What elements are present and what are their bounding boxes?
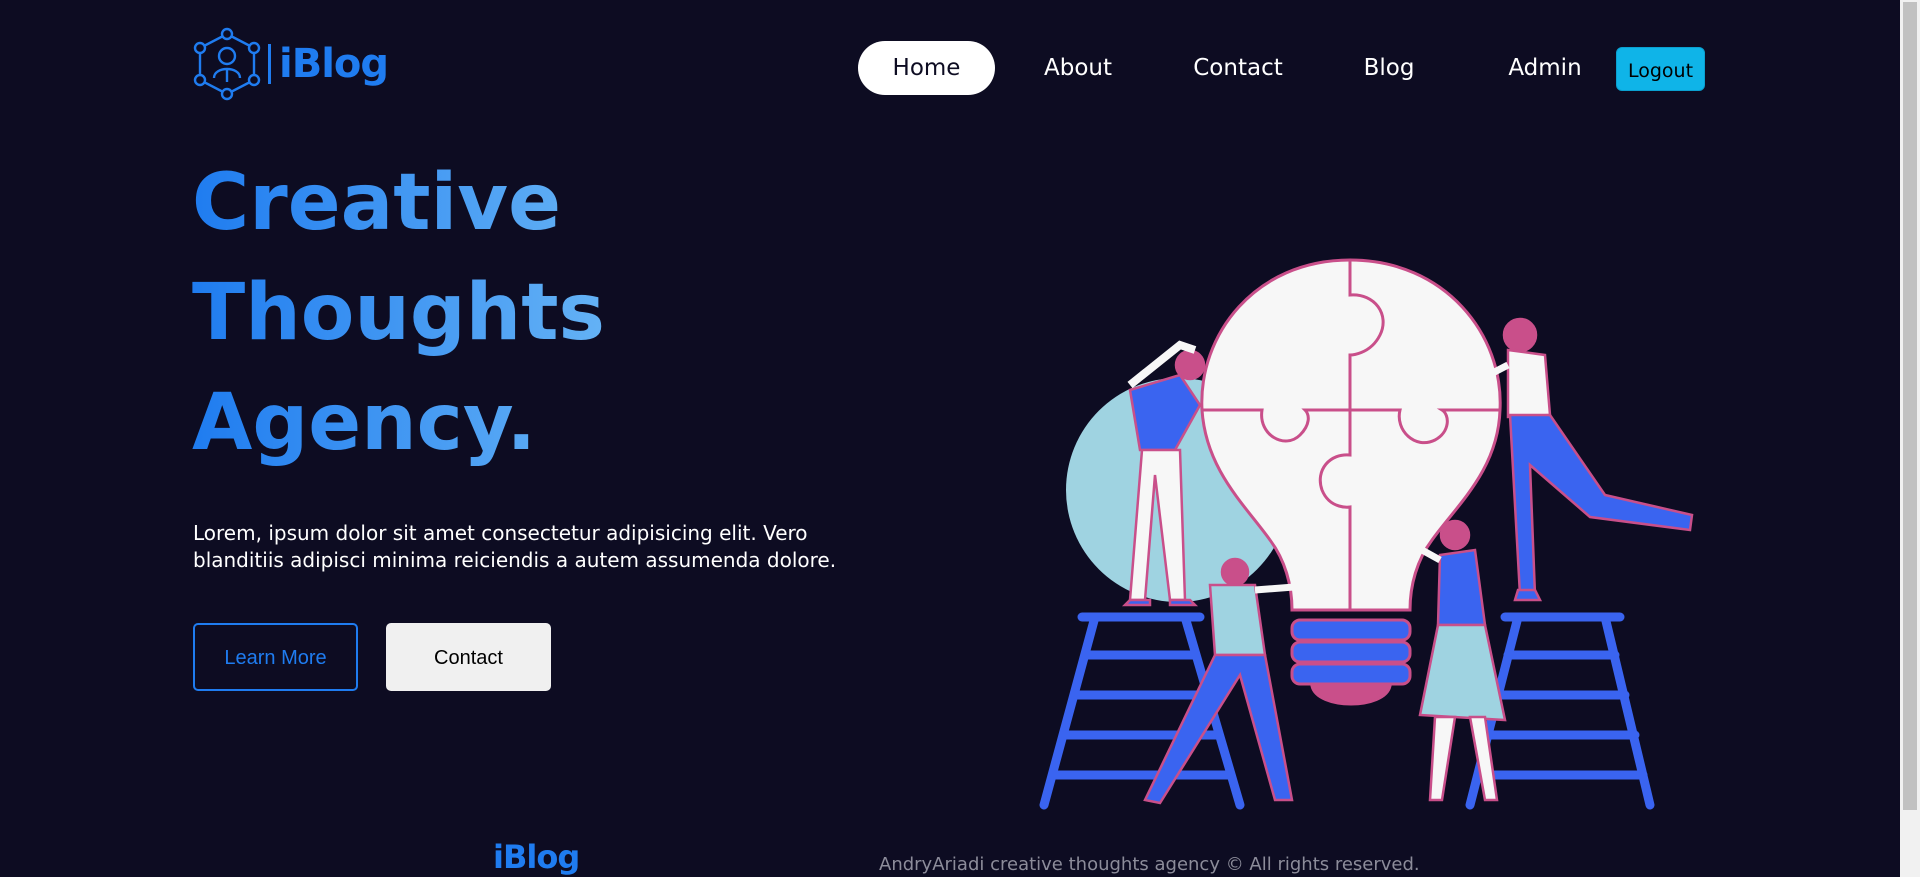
nav-about[interactable]: About [1018,41,1138,95]
hero-title-line-3: Agency. [192,378,537,468]
site-logo[interactable]: iBlog [192,26,389,102]
nav-contact[interactable]: Contact [1166,41,1310,95]
scrollbar-thumb[interactable] [1903,2,1917,810]
nav-blog[interactable]: Blog [1328,41,1450,95]
learn-more-button[interactable]: Learn More [193,623,358,691]
nav-home[interactable]: Home [858,41,995,95]
hero-title-line-1: Creative [192,158,562,248]
hero-title-line-2: Thoughts [192,268,605,358]
network-person-icon [193,27,261,101]
page: iBlog Home About Contact Blog Admin Logo… [0,0,1900,877]
hero-illustration [1039,258,1694,810]
page-scrollbar[interactable] [1900,0,1920,877]
footer-copyright: AndryAriadi creative thoughts agency © A… [879,854,1420,875]
hero-description: Lorem, ipsum dolor sit amet consectetur … [193,521,837,572]
logo-divider [268,44,271,84]
nav-admin[interactable]: Admin [1478,41,1612,95]
contact-button[interactable]: Contact [386,623,551,691]
lightbulb-base [1290,618,1412,706]
logout-button[interactable]: Logout [1616,47,1705,91]
logo-text: iBlog [279,41,389,87]
footer-logo[interactable]: iBlog [493,838,580,876]
hero-title: Creative Thoughts Agency. [192,148,605,478]
